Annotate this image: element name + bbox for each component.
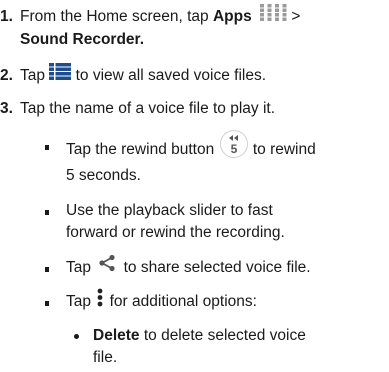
bullet-more-text-pre: Tap	[66, 293, 96, 311]
svg-text:5: 5	[230, 142, 237, 156]
bullet-rewind-text-pre: Tap the rewind button	[66, 141, 219, 159]
bullet-share-text-post: to share selected voice file.	[119, 259, 311, 276]
bullet-marker	[45, 210, 49, 215]
list-icon	[49, 62, 72, 86]
step-2-line: Tap to view all saved voice files.	[20, 62, 267, 86]
sub-bullet-delete-line-1: Delete to delete selected voice	[93, 325, 306, 346]
bullet-rewind-text-post: to rewind	[248, 141, 316, 159]
sub-bullet-delete-line-2: file.	[93, 349, 118, 366]
more-vertical-icon	[96, 288, 104, 313]
bullet-share-line: Tap to share selected voice file.	[66, 254, 311, 278]
bullet-marker	[45, 267, 49, 272]
delete-label: Delete	[93, 327, 140, 344]
step-2-text-post: to view all saved voice files.	[71, 67, 267, 84]
bullet-more-line: Tap for additional options:	[66, 288, 257, 313]
bullet-slider-line-2: forward or rewind the recording.	[66, 224, 285, 241]
apps-label: Apps	[212, 8, 252, 25]
share-icon	[98, 254, 116, 278]
apps-grid-icon	[260, 3, 287, 27]
bullet-marker	[45, 301, 49, 306]
bullet-more-text-post: for additional options:	[105, 293, 257, 311]
bullet-slider-line-1: Use the playback slider to fast	[66, 202, 273, 219]
bullet-share-text-pre: Tap	[66, 259, 96, 276]
sub-bullet-marker	[74, 334, 79, 339]
sub-bullet-delete-text: to delete selected voice	[139, 327, 306, 344]
step-1-number: 1.	[0, 8, 13, 25]
step-1-line-2: Sound Recorder.	[20, 29, 144, 50]
bullet-marker	[45, 145, 49, 150]
step-1-separator: >	[287, 8, 301, 25]
step-2-number: 2.	[0, 67, 13, 84]
rewind-5-icon: 5	[219, 129, 249, 165]
step-1-line-1: From the Home screen, tap Apps >	[20, 3, 301, 27]
step-1-text: From the Home screen, tap	[20, 8, 213, 25]
step-3-line: Tap the name of a voice file to play it.	[20, 100, 276, 117]
step-2-text-pre: Tap	[20, 67, 50, 84]
bullet-rewind-line-2: 5 seconds.	[66, 167, 141, 184]
sound-recorder-label: Sound Recorder.	[20, 31, 145, 48]
bullet-rewind-line-1: Tap the rewind button 5 to rewind	[66, 130, 316, 165]
step-3-number: 3.	[0, 100, 13, 117]
